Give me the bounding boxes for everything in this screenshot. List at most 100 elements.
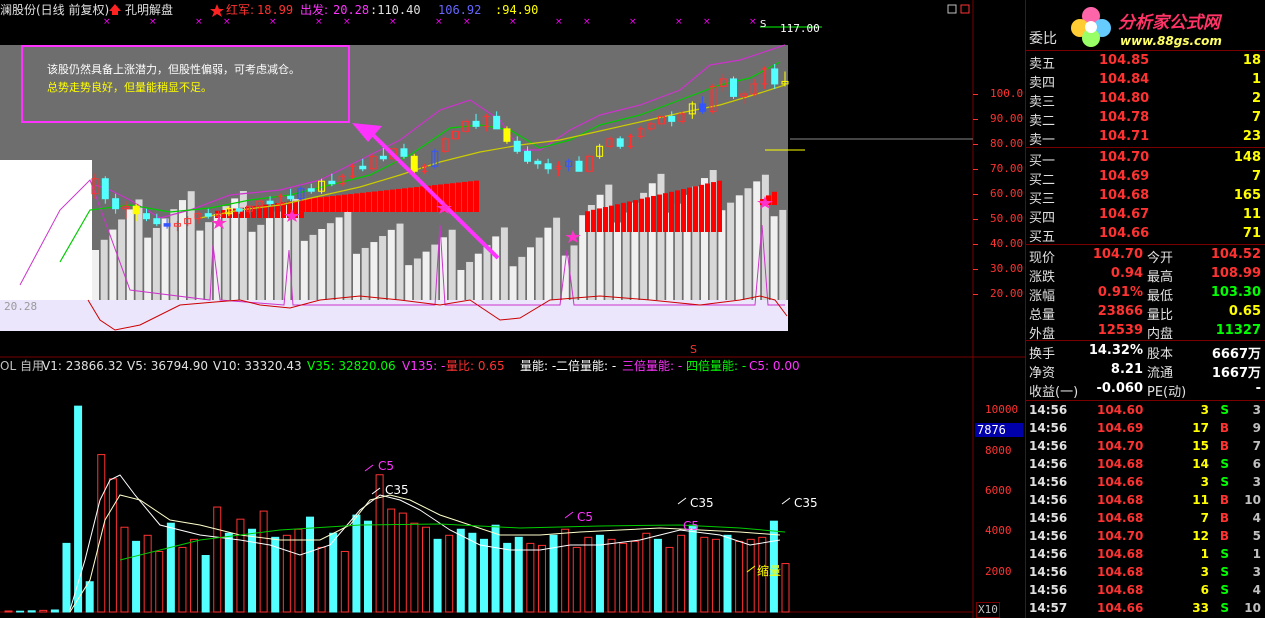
- tick-row[interactable]: 14:56 104.69 17 B 9: [1027, 419, 1265, 437]
- volume-bar: [329, 532, 338, 613]
- volume-bar: [665, 546, 674, 613]
- ask-volume: 1: [1251, 72, 1261, 87]
- weibi-label: 委比: [1029, 31, 1057, 47]
- bid-row[interactable]: 买三 104.68 165: [1027, 186, 1265, 207]
- stat-v1: 14.32%: [1088, 343, 1143, 358]
- stat-l1: 收益(一): [1029, 385, 1079, 400]
- tick-count: 10: [1244, 493, 1261, 507]
- volume-chart[interactable]: [0, 0, 1025, 618]
- stat-row: 换手 14.32% 股本 6667万: [1027, 341, 1265, 362]
- stat-v1: 8.21: [1110, 362, 1143, 377]
- tick-vol: 11: [1192, 493, 1209, 507]
- volume-bar: [491, 524, 500, 613]
- ask-row[interactable]: 卖三 104.80 2: [1027, 89, 1265, 110]
- volume-header-v5: V5: 36794.90: [127, 359, 208, 373]
- volume-bar: [132, 540, 141, 613]
- stat-v1: 12539: [1097, 323, 1143, 338]
- volume-bar: [282, 534, 291, 613]
- tick-time: 14:56: [1029, 421, 1068, 435]
- tick-row[interactable]: 14:56 104.70 15 B 7: [1027, 437, 1265, 455]
- tick-price: 104.69: [1097, 421, 1144, 435]
- bid-row[interactable]: 买四 104.67 11: [1027, 205, 1265, 226]
- tick-row[interactable]: 14:56 104.70 12 B 5: [1027, 527, 1265, 545]
- volume-header-v135: V135: -: [402, 359, 446, 373]
- logo-url[interactable]: www.88gs.com: [1120, 34, 1222, 48]
- bid-row[interactable]: 买二 104.69 7: [1027, 167, 1265, 188]
- volume-bar: [561, 528, 570, 613]
- tick-side: S: [1220, 457, 1229, 471]
- tick-price: 104.68: [1097, 547, 1144, 561]
- volume-bar: [120, 526, 129, 613]
- tick-time: 14:56: [1029, 457, 1068, 471]
- tick-vol: 3: [1200, 565, 1209, 579]
- tick-row[interactable]: 14:56 104.68 6 S 4: [1027, 581, 1265, 599]
- volume-bar: [50, 609, 59, 613]
- ask-volume: 7: [1251, 110, 1261, 125]
- volume-bar: [16, 610, 25, 613]
- tick-side: B: [1219, 421, 1229, 435]
- ask-row[interactable]: 卖五 104.85 18: [1027, 51, 1265, 72]
- bid-price: 104.67: [1099, 207, 1150, 222]
- tick-row[interactable]: 14:56 104.68 11 B 10: [1027, 491, 1265, 509]
- tick-time: 14:56: [1029, 547, 1068, 561]
- tick-vol: 15: [1192, 439, 1209, 453]
- volume-bar: [445, 534, 454, 613]
- stat-v1: 104.70: [1092, 247, 1143, 262]
- volume-bar: [584, 536, 593, 613]
- tick-time: 14:56: [1029, 583, 1068, 597]
- tick-row[interactable]: 14:56 104.68 1 S 1: [1027, 545, 1265, 563]
- tick-row[interactable]: 14:56 104.68 14 S 6: [1027, 455, 1265, 473]
- tick-side: B: [1219, 439, 1229, 453]
- bid-row[interactable]: 买一 104.70 148: [1027, 148, 1265, 169]
- stat-row: 净资 8.21 流通 1667万: [1027, 360, 1265, 381]
- bid-volume: 7: [1251, 169, 1261, 184]
- volume-unit[interactable]: X10: [976, 602, 1000, 618]
- tick-row[interactable]: 14:56 104.66 3 S 3: [1027, 473, 1265, 491]
- stat-v2: 108.99: [1210, 266, 1261, 281]
- volume-header-c5: C5: 0.00: [749, 359, 800, 373]
- volume-bar: [688, 524, 697, 613]
- tick-side: S: [1220, 547, 1229, 561]
- volume-bars: [4, 405, 790, 613]
- tick-row[interactable]: 14:56 104.68 3 S 3: [1027, 563, 1265, 581]
- volume-bar: [155, 550, 164, 613]
- tick-count: 9: [1252, 421, 1261, 435]
- volume-header-prefix: OL 自用: [0, 359, 44, 373]
- stat-row: 收益(一) -0.060 PE(动) -: [1027, 379, 1265, 400]
- bid-volume: 11: [1242, 207, 1261, 222]
- volume-bar: [27, 610, 36, 613]
- tick-count: 4: [1252, 583, 1261, 597]
- tick-time: 14:56: [1029, 565, 1068, 579]
- tick-count: 10: [1244, 601, 1261, 615]
- volume-bar: [352, 514, 361, 613]
- tick-side: S: [1220, 403, 1229, 417]
- tick-vol: 14: [1192, 457, 1209, 471]
- tick-vol: 33: [1192, 601, 1209, 615]
- ask-row[interactable]: 卖一 104.71 23: [1027, 127, 1265, 148]
- tick-price: 104.68: [1097, 493, 1144, 507]
- volume-bar: [781, 563, 790, 613]
- ask-row[interactable]: 卖二 104.78 7: [1027, 108, 1265, 129]
- volume-bar: [700, 536, 709, 613]
- tick-price: 104.70: [1097, 439, 1144, 453]
- tick-count: 7: [1252, 439, 1261, 453]
- tick-row[interactable]: 14:57 104.66 33 S 10: [1027, 599, 1265, 617]
- volume-bar: [630, 540, 639, 613]
- tick-count: 3: [1252, 565, 1261, 579]
- volume-bar: [746, 538, 755, 613]
- tick-price: 104.70: [1097, 529, 1144, 543]
- stat-v2: 0.65: [1228, 304, 1261, 319]
- ask-volume: 18: [1242, 53, 1261, 68]
- tick-row[interactable]: 14:56 104.68 7 B 4: [1027, 509, 1265, 527]
- ask-row[interactable]: 卖四 104.84 1: [1027, 70, 1265, 91]
- tick-price: 104.66: [1097, 601, 1144, 615]
- volume-bar: [503, 542, 512, 613]
- bid-row[interactable]: 买五 104.66 71: [1027, 224, 1265, 245]
- volume-bar: [642, 532, 651, 613]
- tick-row[interactable]: 14:56 104.60 3 S 3: [1027, 401, 1265, 419]
- volume-bar: [468, 532, 477, 613]
- stat-v1: -0.060: [1096, 381, 1143, 396]
- volume-bar: [306, 516, 315, 613]
- volume-bar: [201, 554, 210, 613]
- volume-bar: [677, 534, 686, 613]
